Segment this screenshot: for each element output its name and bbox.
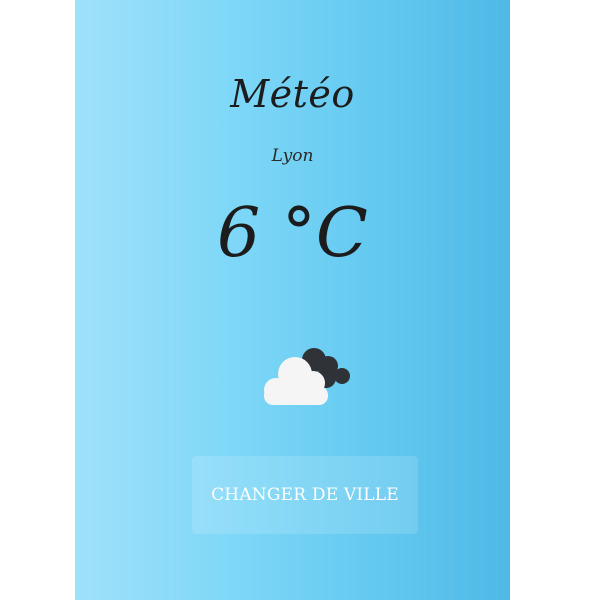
change-city-button[interactable]: CHANGER DE VILLE <box>192 456 418 534</box>
weather-app: Météo Lyon 6 °C CHANGER DE VILLE <box>75 0 510 600</box>
temperature-value: 6 °C <box>217 194 368 273</box>
cloudy-icon <box>258 340 358 410</box>
city-name: Lyon <box>271 146 314 166</box>
page-title: Météo <box>230 72 355 116</box>
